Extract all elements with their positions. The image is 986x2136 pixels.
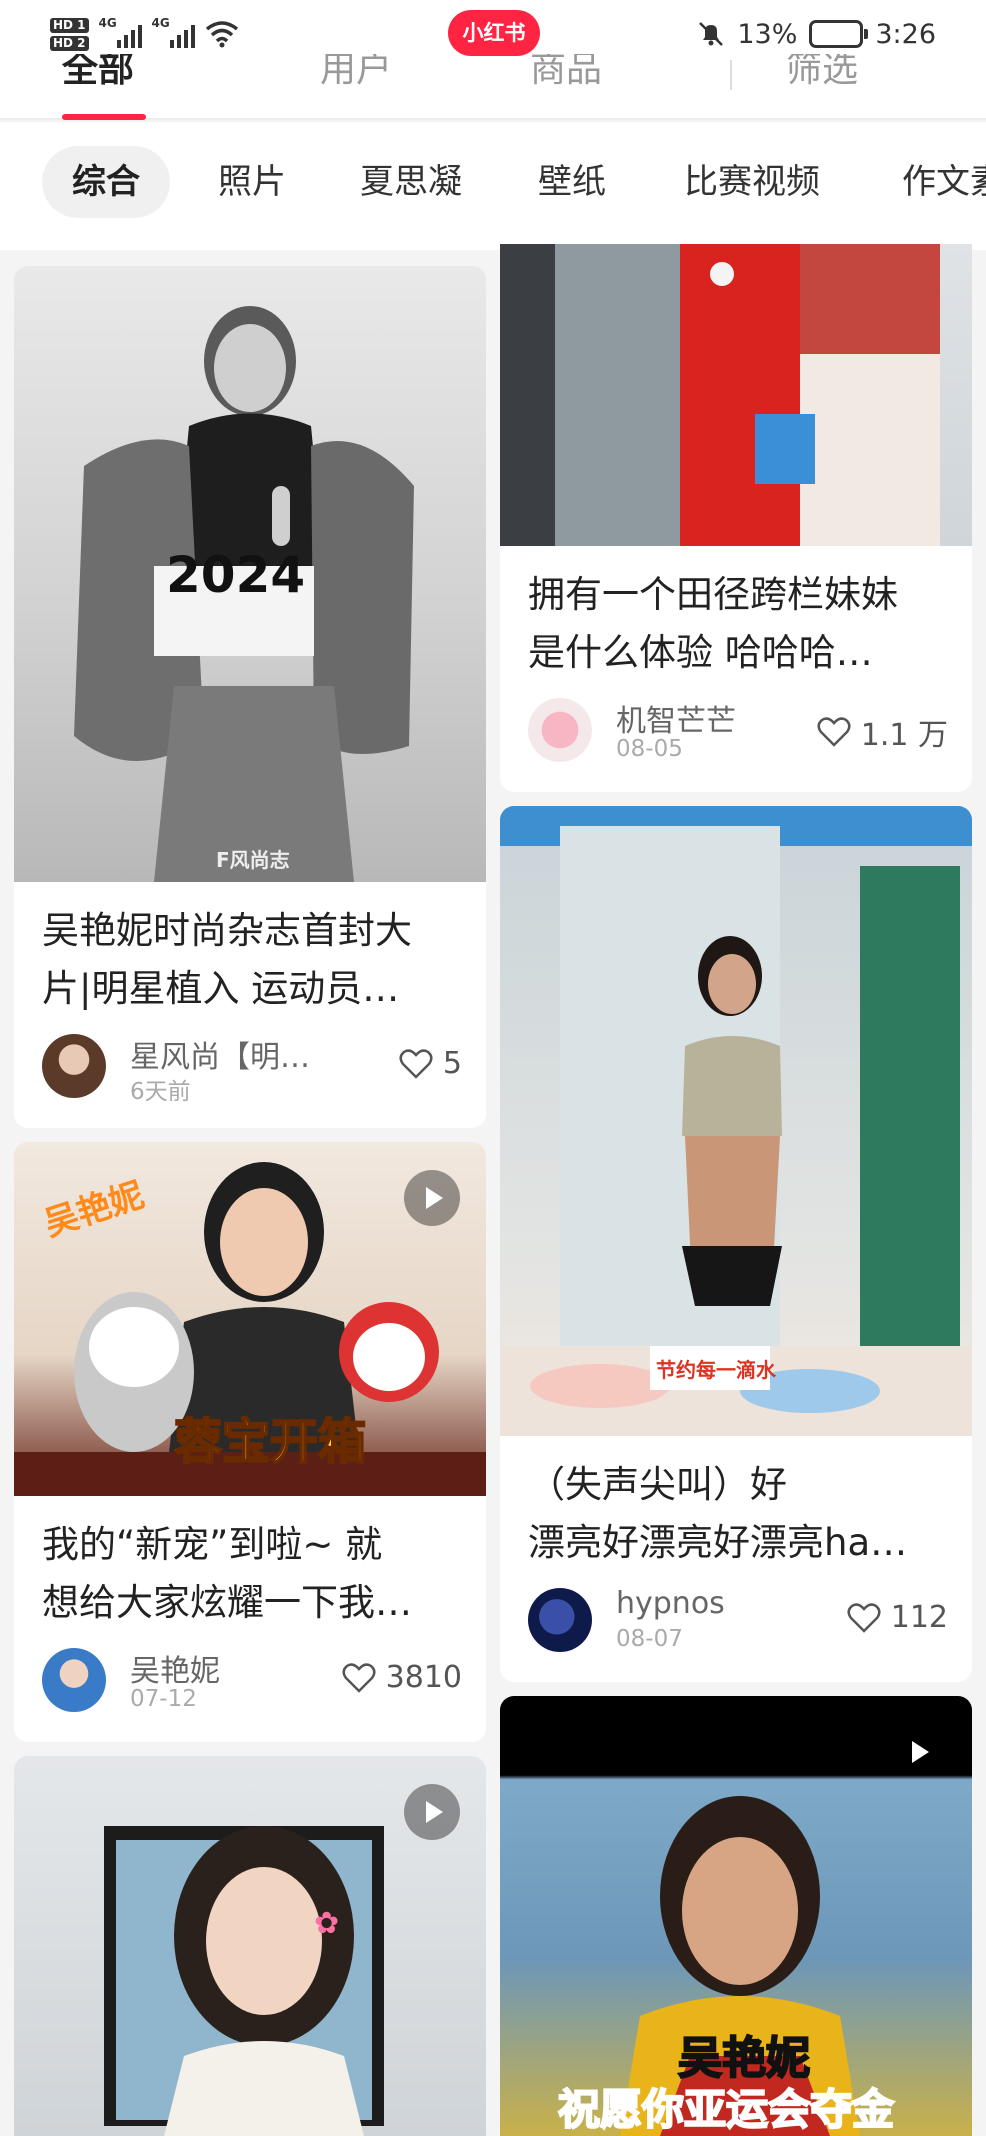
post-date: 07-12 bbox=[130, 1686, 197, 1712]
chip-comprehensive[interactable]: 综合 bbox=[42, 146, 170, 218]
note-cover-image[interactable]: 节约每一滴水 bbox=[500, 806, 972, 1436]
post-date: 08-05 bbox=[616, 736, 683, 762]
status-bar: HD 1 HD 2 4G 4G 小红书 13% 3:26 全部 用户 商品 筛选 bbox=[0, 0, 986, 120]
note-title[interactable]: 拥有一个田径跨栏妹妹 是什么体验 哈哈哈… bbox=[528, 566, 948, 682]
category-chip-bar: 综合 照片 夏思凝 壁纸 比赛视频 作文素材 bbox=[0, 122, 986, 250]
post-date: 6天前 bbox=[130, 1079, 191, 1105]
like-count: 1.1 万 bbox=[860, 718, 948, 753]
app-logo: 小红书 bbox=[448, 10, 540, 56]
tab-goods[interactable]: 商品 bbox=[530, 54, 602, 92]
cover-illustration bbox=[500, 244, 940, 546]
like-button[interactable]: 112 bbox=[847, 1600, 948, 1635]
cover-subtitle: 祝愿你亚运会夺金 bbox=[557, 2084, 895, 2135]
author-name[interactable]: 吴艳妮 bbox=[130, 1646, 220, 1690]
heart-icon bbox=[847, 1602, 881, 1633]
note-title[interactable]: 吴艳妮时尚杂志首封大 片|明星植入 运动员… bbox=[42, 902, 462, 1018]
tab-all[interactable]: 全部 bbox=[62, 54, 134, 92]
note-title-line: 我的“新宠”到啦~ 就 bbox=[42, 1523, 383, 1566]
avatar[interactable] bbox=[528, 698, 592, 762]
author-name[interactable]: 星风尚【明… bbox=[130, 1032, 310, 1076]
note-title-line: 漂亮好漂亮好漂亮ha… bbox=[528, 1521, 908, 1564]
like-button[interactable]: 5 bbox=[399, 1046, 462, 1081]
heart-icon bbox=[342, 1662, 376, 1693]
heart-icon bbox=[399, 1048, 433, 1079]
note-title-line: 吴艳妮时尚杂志首封大 bbox=[42, 909, 412, 952]
cover-illustration bbox=[500, 806, 972, 1436]
note-title-line: 想给大家炫耀一下我… bbox=[42, 1581, 412, 1624]
like-count: 5 bbox=[442, 1046, 462, 1081]
wifi-icon bbox=[205, 19, 239, 49]
flower-icon: ✿ bbox=[314, 1906, 340, 1941]
battery-percent: 13% bbox=[737, 18, 798, 50]
mute-bell-icon bbox=[697, 20, 725, 48]
note-card[interactable]: 节约每一滴水 （失声尖叫）好 漂亮好漂亮好漂亮ha… hypnos 08-07 … bbox=[500, 806, 972, 1682]
note-cover-image[interactable]: ✿ bbox=[14, 1756, 486, 2136]
note-card[interactable]: 吴艳妮 祝愿你亚运会夺金 bbox=[500, 1696, 972, 2136]
like-button[interactable]: 1.1 万 bbox=[817, 710, 948, 754]
search-type-tabs: 全部 用户 商品 筛选 bbox=[0, 54, 986, 94]
chip-wallpaper[interactable]: 壁纸 bbox=[508, 146, 636, 218]
note-title[interactable]: 我的“新宠”到啦~ 就 想给大家炫耀一下我… bbox=[42, 1516, 462, 1632]
battery-icon bbox=[809, 20, 869, 48]
note-card[interactable]: 拥有一个田径跨栏妹妹 是什么体验 哈哈哈… 机智芒芒 08-05 1.1 万 bbox=[500, 244, 972, 792]
sim-indicator: HD 1 HD 2 bbox=[50, 17, 89, 51]
cover-watermark: F风尚志 bbox=[216, 848, 290, 872]
play-icon[interactable] bbox=[404, 1784, 460, 1840]
note-card[interactable]: 2024 F风尚志 吴艳妮时尚杂志首封大 片|明星植入 运动员… 星风尚【明… … bbox=[14, 266, 486, 1128]
author-name[interactable]: hypnos bbox=[616, 1586, 725, 1621]
net2-label: 4G bbox=[151, 16, 170, 30]
note-cover-image[interactable] bbox=[500, 244, 972, 546]
note-cover-image[interactable]: 2024 F风尚志 bbox=[14, 266, 486, 882]
note-title-line: 片|明星植入 运动员… bbox=[42, 967, 400, 1010]
note-title-line: 是什么体验 哈哈哈… bbox=[528, 631, 873, 674]
sim2-label: HD 2 bbox=[50, 35, 89, 51]
clock: 3:26 bbox=[875, 18, 936, 50]
play-icon[interactable] bbox=[404, 1170, 460, 1226]
like-button[interactable]: 3810 bbox=[342, 1660, 462, 1695]
note-cover-image[interactable]: 吴艳妮 蓉宝开箱 bbox=[14, 1142, 486, 1496]
note-title[interactable]: （失声尖叫）好 漂亮好漂亮好漂亮ha… bbox=[528, 1456, 948, 1572]
tab-divider bbox=[730, 60, 732, 90]
note-meta: hypnos 08-07 112 bbox=[528, 1586, 948, 1656]
author-name[interactable]: 机智芒芒 bbox=[616, 696, 736, 740]
note-card[interactable]: ✿ bbox=[14, 1756, 486, 2136]
cover-subtitle: 蓉宝开箱 bbox=[173, 1413, 367, 1471]
note-cover-image[interactable]: 吴艳妮 祝愿你亚运会夺金 bbox=[500, 1696, 972, 2136]
cover-text: 节约每一滴水 bbox=[656, 1358, 776, 1382]
signal-icon: 4G bbox=[99, 16, 142, 48]
signal-icon-2: 4G bbox=[152, 16, 195, 48]
chip-photos[interactable]: 照片 bbox=[188, 146, 316, 218]
avatar[interactable] bbox=[42, 1034, 106, 1098]
heart-icon bbox=[817, 717, 851, 747]
sim1-label: HD 1 bbox=[50, 17, 89, 33]
status-left: HD 1 HD 2 4G 4G bbox=[50, 12, 239, 56]
chip-xia-sining[interactable]: 夏思凝 bbox=[330, 146, 492, 218]
like-count: 112 bbox=[890, 1600, 948, 1635]
chip-essay-material[interactable]: 作文素材 bbox=[872, 146, 986, 218]
status-right: 13% 3:26 bbox=[697, 12, 936, 56]
note-meta: 吴艳妮 07-12 3810 bbox=[42, 1646, 462, 1716]
note-card[interactable]: 吴艳妮 蓉宝开箱 我的“新宠”到啦~ 就 想给大家炫耀一下我… 吴艳妮 07-1… bbox=[14, 1142, 486, 1742]
note-title-line: 拥有一个田径跨栏妹妹 bbox=[528, 573, 898, 616]
active-tab-indicator bbox=[62, 114, 146, 120]
chip-match-videos[interactable]: 比赛视频 bbox=[654, 146, 850, 218]
play-icon[interactable] bbox=[890, 1724, 946, 1780]
tab-filter[interactable]: 筛选 bbox=[786, 54, 858, 92]
cover-text: 2024 bbox=[166, 546, 306, 604]
like-count: 3810 bbox=[385, 1660, 462, 1695]
avatar[interactable] bbox=[42, 1648, 106, 1712]
note-title-line: （失声尖叫）好 bbox=[528, 1463, 787, 1506]
tab-users[interactable]: 用户 bbox=[320, 54, 392, 92]
note-meta: 机智芒芒 08-05 1.1 万 bbox=[528, 696, 948, 766]
post-date: 08-07 bbox=[616, 1626, 683, 1652]
avatar[interactable] bbox=[528, 1588, 592, 1652]
note-meta: 星风尚【明… 6天前 5 bbox=[42, 1032, 462, 1105]
net1-label: 4G bbox=[98, 16, 117, 30]
